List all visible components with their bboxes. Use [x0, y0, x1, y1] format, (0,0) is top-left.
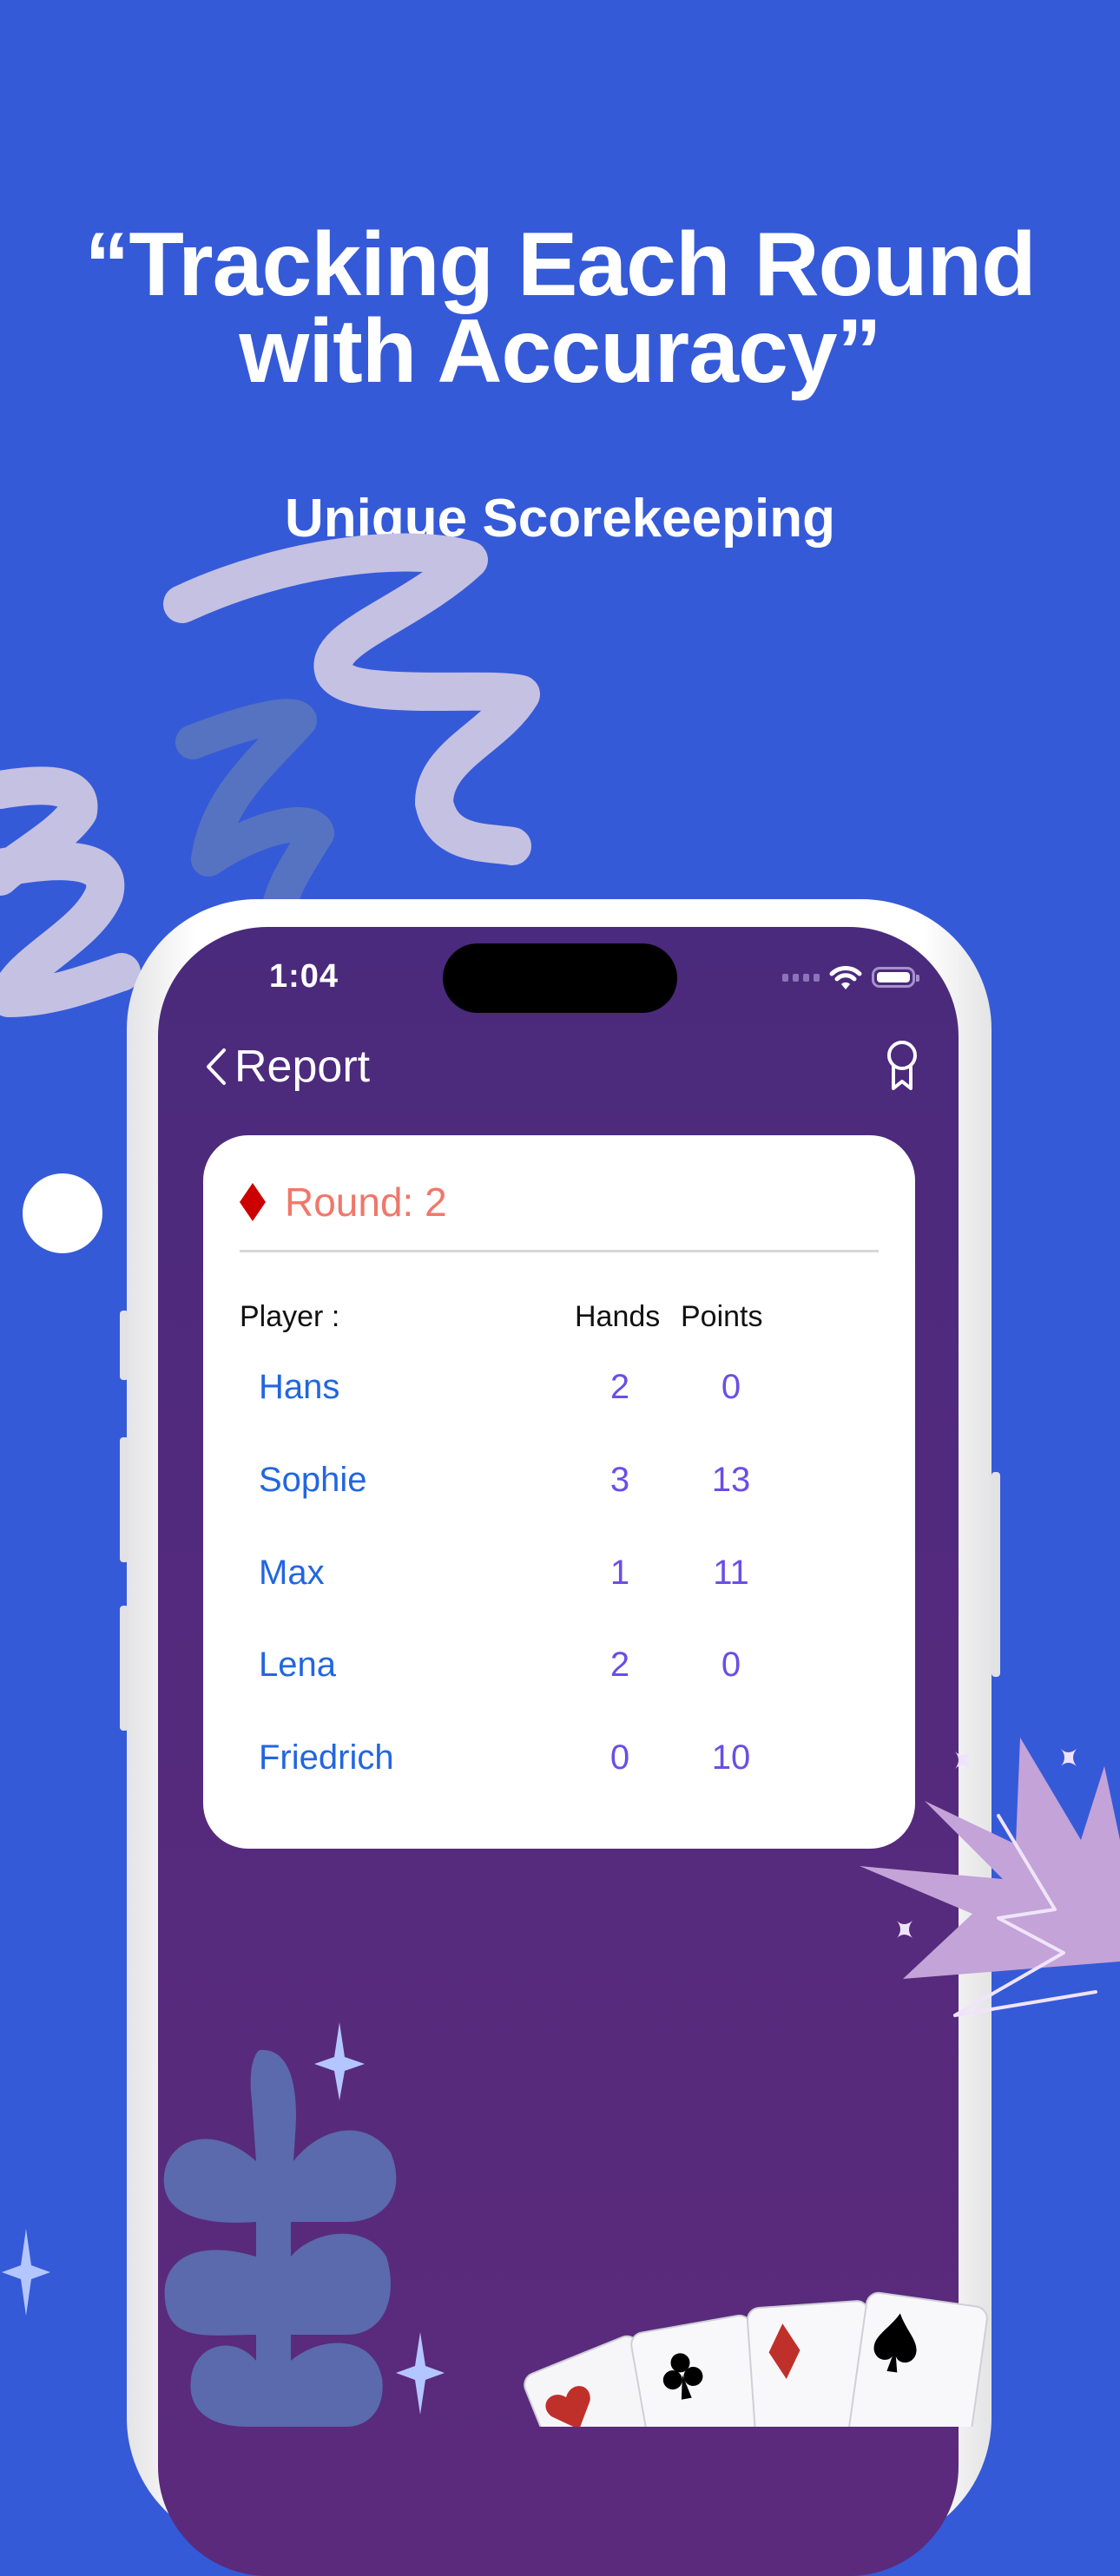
phone-mute-switch — [120, 1311, 128, 1380]
table-row: Hans 2 0 — [203, 1368, 915, 1420]
column-header-player: Player : — [240, 1300, 340, 1333]
points-value: 11 — [713, 1554, 749, 1592]
points-value: 0 — [721, 1368, 741, 1406]
nav-title: Report — [234, 1042, 371, 1092]
round-report-card: Round: 2 Player : Hands Points Hans 2 0 … — [203, 1135, 915, 1849]
table-row: Sophie 3 13 — [203, 1461, 915, 1513]
wifi-icon — [829, 966, 862, 989]
headline: “Tracking Each Round with Accuracy” — [0, 214, 1120, 402]
sparkle-decoration — [1061, 1749, 1077, 1766]
points-value: 0 — [721, 1646, 741, 1684]
round-header: Round: 2 — [240, 1179, 447, 1226]
status-icons — [782, 960, 919, 995]
player-name: Sophie — [259, 1461, 367, 1499]
points-value: 10 — [711, 1738, 751, 1777]
dot-decoration — [23, 1173, 102, 1253]
award-ribbon-icon[interactable] — [882, 1038, 922, 1094]
player-name: Friedrich — [259, 1738, 394, 1777]
player-name: Lena — [259, 1646, 336, 1684]
squiggle-decoration-faded — [175, 699, 334, 937]
round-title: Round: 2 — [285, 1180, 447, 1225]
hands-value: 2 — [609, 1368, 630, 1406]
hands-value: 0 — [609, 1738, 630, 1777]
phone-volume-down-button — [120, 1606, 128, 1731]
app-screen: 1:04 Report Round: 2 Player : Hands Poin… — [158, 927, 959, 2576]
player-name: Max — [259, 1554, 325, 1592]
status-time: 1:04 — [269, 958, 339, 995]
squiggle-decoration-left — [0, 766, 141, 1017]
back-button[interactable]: Report — [201, 1036, 370, 1097]
points-value: 13 — [711, 1461, 751, 1499]
column-header-points: Points — [681, 1300, 763, 1333]
squiggle-decoration — [163, 533, 540, 865]
headline-line-1: “Tracking Each Round — [84, 214, 1036, 315]
phone-power-button — [992, 1472, 1000, 1677]
hands-value: 3 — [609, 1461, 630, 1499]
dynamic-island — [443, 943, 677, 1013]
cellular-signal-icon — [782, 973, 820, 982]
diamond-suit-icon — [240, 1183, 266, 1221]
divider — [240, 1250, 879, 1252]
subtitle: Unique Scorekeeping — [285, 489, 835, 549]
hands-value: 2 — [609, 1646, 630, 1684]
table-row: Max 1 11 — [203, 1554, 915, 1606]
table-row: Friedrich 0 10 — [203, 1738, 915, 1791]
battery-icon — [872, 967, 919, 988]
chevron-left-icon — [207, 1048, 226, 1085]
hands-value: 1 — [609, 1554, 630, 1592]
star-decoration — [2, 2229, 50, 2316]
headline-line-2: with Accuracy” — [239, 301, 881, 402]
table-row: Lena 2 0 — [203, 1646, 915, 1698]
phone-volume-up-button — [120, 1437, 128, 1562]
player-name: Hans — [259, 1368, 340, 1406]
column-header-hands: Hands — [575, 1300, 661, 1333]
